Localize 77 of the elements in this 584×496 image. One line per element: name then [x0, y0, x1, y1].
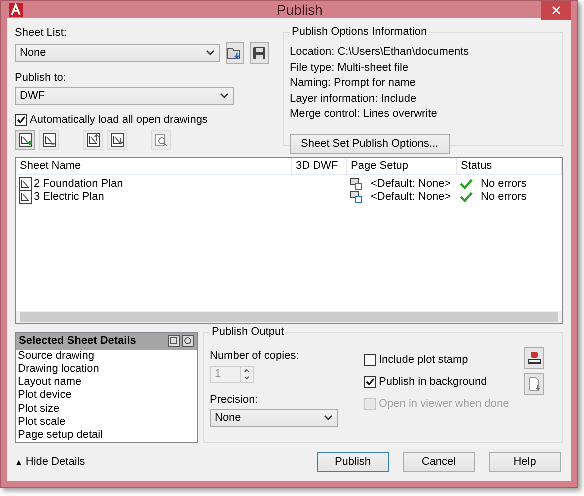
page-setup-icon	[350, 191, 363, 203]
checkbox-label: Automatically load all open drawings	[30, 114, 208, 126]
field-label: Precision:	[210, 393, 260, 407]
status-cell: No errors	[481, 191, 527, 203]
move-down-button[interactable]	[107, 130, 127, 150]
sheet-icon	[19, 190, 32, 204]
checkmark-icon	[366, 378, 374, 386]
info-line: File type: Multi-sheet file	[290, 60, 410, 76]
preview-button[interactable]	[151, 130, 171, 150]
close-icon	[552, 6, 560, 15]
field-label: Number of copies:	[210, 349, 300, 363]
detail-item: Drawing location	[17, 363, 100, 376]
caret-icon	[220, 93, 229, 99]
info-line: Naming: Prompt for name	[290, 76, 417, 91]
group-title: Publish Options Information	[290, 26, 430, 38]
column-header[interactable]: 3D DWF	[292, 158, 347, 175]
column-header[interactable]: Status	[457, 158, 562, 175]
panel-title: Selected Sheet Details	[19, 335, 136, 348]
stamp-icon	[526, 350, 542, 366]
column-header[interactable]: Sheet Name	[16, 158, 292, 175]
detail-item: Layout name	[17, 376, 83, 390]
app-logo-icon	[9, 2, 23, 16]
checkmark-icon	[16, 116, 26, 124]
info-line: Merge control: Lines overwrite	[290, 107, 438, 122]
magnifier-icon	[154, 134, 168, 146]
dialog-button[interactable]: Help	[489, 452, 561, 472]
info-line: Location: C:\Users\Ethan\documents	[290, 45, 470, 60]
dialog-button[interactable]: Cancel	[403, 452, 475, 472]
add-sheets-button[interactable]	[15, 130, 35, 150]
copy-icon[interactable]	[168, 335, 180, 348]
column-header[interactable]: Page Setup	[347, 158, 457, 175]
caret-icon	[206, 50, 214, 56]
caret-icon	[324, 415, 333, 421]
sheet-down-icon	[110, 133, 124, 147]
sheet-up-icon	[86, 133, 100, 147]
checkbox[interactable]	[364, 376, 376, 388]
detail-item: Source drawing	[17, 350, 96, 364]
sheet-list-dropdown[interactable]: None	[15, 44, 220, 62]
publish-to-dropdown[interactable]: DWF	[15, 87, 234, 105]
check-icon	[460, 192, 473, 202]
dialog-button[interactable]: Publish	[317, 452, 389, 472]
checkbox-label: Open in viewer when done	[379, 398, 510, 410]
sheet-minus-icon	[42, 133, 56, 147]
status-cell: No errors	[481, 178, 527, 190]
page-setup-icon	[350, 178, 363, 190]
detail-item: Plot size	[17, 402, 61, 416]
detail-item: Plot device	[17, 389, 73, 403]
checkbox[interactable]	[364, 354, 376, 366]
sheet-set-options-button[interactable]: Sheet Set Publish Options...	[290, 134, 450, 154]
check-icon	[460, 179, 473, 189]
field-label: Sheet List:	[15, 26, 68, 40]
remove-sheets-button[interactable]	[39, 130, 59, 150]
group-title: Publish Output	[210, 326, 286, 338]
plot-stamp-button[interactable]	[524, 347, 544, 369]
info-line: Layer information: Include	[290, 92, 418, 106]
folder-icon	[227, 46, 242, 60]
sheet-plus-icon	[18, 133, 32, 147]
move-up-button[interactable]	[83, 130, 103, 150]
field-label: Publish to:	[15, 71, 68, 85]
precision-dropdown[interactable]: None	[210, 409, 338, 427]
detail-item: Plot scale	[17, 416, 67, 429]
window-title: Publish	[277, 2, 323, 18]
save-sheet-list-button[interactable]	[250, 42, 269, 64]
page-setup-cell: <Default: None>	[371, 191, 452, 203]
checkbox[interactable]	[15, 114, 27, 126]
document-icon	[528, 376, 540, 392]
detail-item: Page setup detail	[17, 428, 104, 442]
sheet-name-cell: 3 Electric Plan	[34, 191, 104, 203]
sheet-name-cell: 2 Foundation Plan	[34, 178, 124, 190]
hide-details-link[interactable]: ▲ Hide Details	[15, 456, 303, 468]
checkbox-label: Publish in background	[379, 376, 488, 388]
sheet-icon	[19, 177, 32, 191]
load-sheet-list-button[interactable]	[226, 42, 244, 64]
page-setup-cell: <Default: None>	[371, 178, 452, 190]
checkbox-label: Include plot stamp	[379, 354, 468, 366]
close-button[interactable]	[541, 1, 571, 20]
refresh-icon[interactable]	[182, 335, 194, 348]
